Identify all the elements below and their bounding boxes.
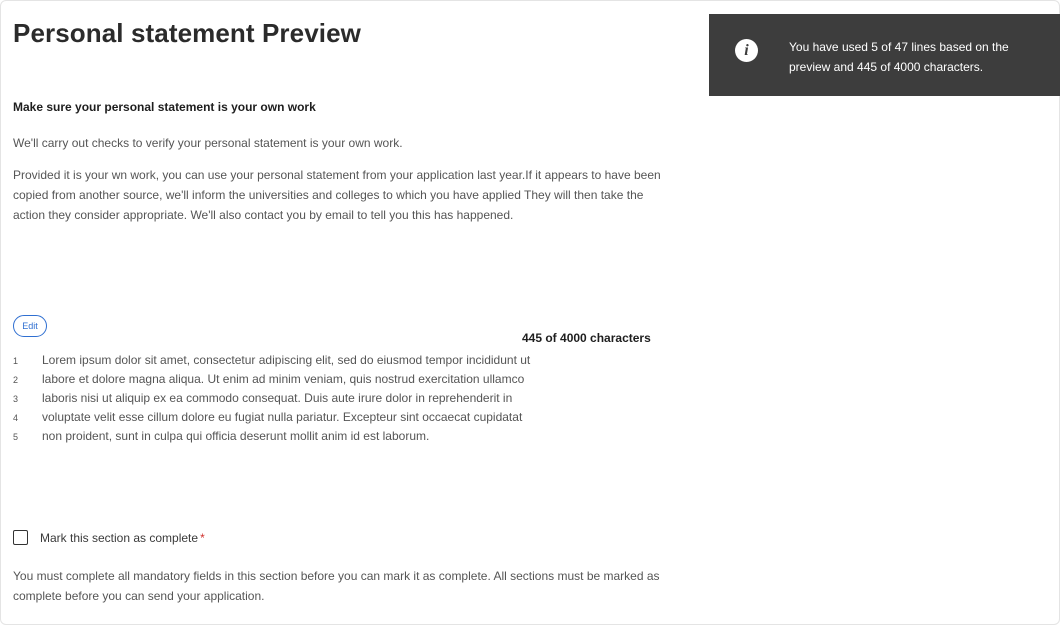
line-number: 4 — [13, 413, 19, 423]
line-text: voluptate velit esse cillum dolore eu fu… — [42, 410, 523, 424]
line-text: Lorem ipsum dolor sit amet, consectetur … — [42, 353, 531, 367]
line-text: laboris nisi ut aliquip ex ea commodo co… — [42, 391, 513, 405]
usage-info-text: You have used 5 of 47 lines based on the… — [789, 40, 1009, 74]
required-marker: * — [200, 531, 205, 545]
line-number: 3 — [13, 394, 19, 404]
page-title: Personal statement Preview — [13, 18, 361, 48]
line-text: labore et dolore magna aliqua. Ut enim a… — [42, 372, 525, 386]
line-number: 2 — [13, 375, 19, 385]
mark-complete-label[interactable]: Mark this section as complete * — [40, 531, 205, 545]
completion-note: You must complete all mandatory fields i… — [13, 569, 660, 603]
mark-complete-label-text: Mark this section as complete — [40, 531, 199, 545]
info-icon: i — [735, 39, 758, 62]
character-count: 445 of 4000 characters — [522, 331, 651, 345]
guidance-heading: Make sure your personal statement is you… — [13, 100, 316, 114]
line-text: non proident, sunt in culpa qui officia … — [42, 429, 430, 443]
line-number: 5 — [13, 432, 19, 442]
usage-info-box: i You have used 5 of 47 lines based on t… — [709, 14, 1060, 96]
edit-button[interactable]: Edit — [13, 315, 47, 337]
line-number: 1 — [13, 356, 19, 366]
guidance-paragraph-1: We'll carry out checks to verify your pe… — [13, 136, 403, 150]
mark-complete-checkbox[interactable] — [13, 530, 28, 545]
guidance-paragraph-2: Provided it is your wn work, you can use… — [13, 168, 661, 222]
